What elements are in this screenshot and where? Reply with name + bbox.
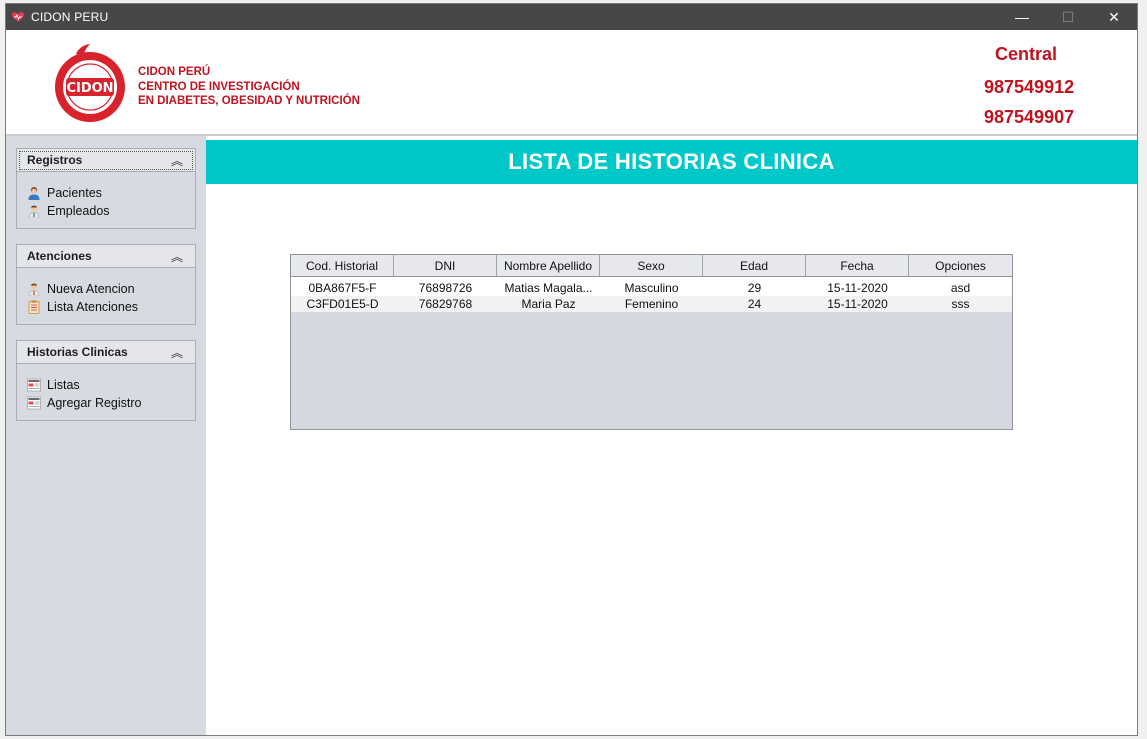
cidon-logo: CIDON [55, 44, 125, 122]
table-cell[interactable]: sss [909, 296, 1012, 312]
column-header[interactable]: Edad [703, 255, 806, 276]
column-header[interactable]: Nombre Apellido [497, 255, 600, 276]
table-cell[interactable]: C3FD01E5-D [291, 296, 394, 312]
svg-text:CIDON: CIDON [66, 81, 113, 96]
sidebar-item-lista-atenciones[interactable]: Lista Atenciones [17, 298, 195, 316]
app-window: CIDON PERU — ☐ ✕ CIDON CIDON PERÚ CENTRO… [6, 4, 1137, 735]
title-bar[interactable]: CIDON PERU — ☐ ✕ [6, 4, 1137, 30]
table-cell[interactable]: Matias Magala... [497, 280, 600, 296]
table-cell[interactable]: 76898726 [394, 280, 497, 296]
collapse-chevron-icon[interactable]: ︽ [171, 344, 183, 361]
table-cell[interactable]: 15-11-2020 [806, 280, 909, 296]
panel-title: Registros [27, 153, 83, 167]
org-name-line: CENTRO DE INVESTIGACIÓN [138, 80, 300, 93]
org-name-line: EN DIABETES, OBESIDAD Y NUTRICIÓN [138, 95, 360, 107]
sidebar-item-label: Nueva Atencion [47, 282, 135, 296]
minimize-button[interactable]: — [999, 4, 1045, 30]
panel-header-registros[interactable]: Registros ︽ [17, 149, 195, 172]
sidebar: Registros ︽ Pacientes Empleados Atencion… [6, 136, 206, 735]
app-header: CIDON CIDON PERÚ CENTRO DE INVESTIGACIÓN… [6, 30, 1137, 136]
employee-icon [28, 205, 40, 218]
person-icon [28, 283, 40, 296]
close-button[interactable]: ✕ [1091, 4, 1137, 30]
column-header[interactable]: Opciones [909, 255, 1012, 276]
table-cell[interactable]: 15-11-2020 [806, 296, 909, 312]
column-header[interactable]: DNI [394, 255, 497, 276]
sidebar-item-pacientes[interactable]: Pacientes [17, 184, 195, 202]
main-content: LISTA DE HISTORIAS CLINICA Cod. Historia… [206, 136, 1137, 735]
panel-title: Historias Clinicas [27, 345, 128, 359]
table-cell[interactable]: 0BA867F5-F [291, 280, 394, 296]
sidebar-item-label: Lista Atenciones [47, 300, 139, 314]
column-header[interactable]: Cod. Historial [291, 255, 394, 276]
central-label: Central [995, 44, 1058, 64]
news-icon [27, 396, 41, 410]
sidebar-item-nueva-atencion[interactable]: Nueva Atencion [17, 280, 195, 298]
maximize-button[interactable]: ☐ [1045, 4, 1091, 30]
table-cell[interactable]: Masculino [600, 280, 703, 296]
news-icon [27, 378, 41, 392]
sidebar-item-label: Empleados [47, 204, 110, 218]
collapse-chevron-icon[interactable]: ︽ [171, 152, 183, 169]
table-cell[interactable]: 24 [703, 296, 806, 312]
table-cell[interactable]: 76829768 [394, 296, 497, 312]
table-cell[interactable]: Femenino [600, 296, 703, 312]
heart-icon [11, 12, 25, 22]
panel-historias-clinicas: Historias Clinicas ︽ Listas Agregar Regi… [16, 340, 196, 421]
column-header[interactable]: Fecha [806, 255, 909, 276]
historias-table[interactable]: Cod. Historial DNI Nombre Apellido Sexo … [290, 254, 1013, 430]
patient-icon [28, 187, 40, 200]
sidebar-item-label: Listas [47, 378, 80, 392]
panel-header-atenciones[interactable]: Atenciones ︽ [17, 245, 195, 268]
table-cell[interactable]: Maria Paz [497, 296, 600, 312]
phone-number-2: 987549907 [984, 107, 1075, 127]
collapse-chevron-icon[interactable]: ︽ [171, 248, 183, 265]
clipboard-icon [28, 300, 40, 314]
sidebar-item-label: Agregar Registro [47, 396, 142, 410]
phone-number-1: 987549912 [984, 77, 1075, 97]
table-row[interactable]: 0BA867F5-F 76898726 Matias Magala... Mas… [291, 280, 1012, 296]
organization-name: CIDON PERÚ CENTRO DE INVESTIGACIÓN EN DI… [138, 65, 360, 109]
column-header[interactable]: Sexo [600, 255, 703, 276]
panel-header-historias-clinicas[interactable]: Historias Clinicas ︽ [17, 341, 195, 364]
table-cell[interactable]: asd [909, 280, 1012, 296]
sidebar-item-agregar-registro[interactable]: Agregar Registro [17, 394, 195, 412]
sidebar-item-empleados[interactable]: Empleados [17, 202, 195, 220]
table-row[interactable]: C3FD01E5-D 76829768 Maria Paz Femenino 2… [291, 296, 1012, 312]
page-title: LISTA DE HISTORIAS CLINICA [206, 140, 1137, 184]
panel-title: Atenciones [27, 249, 92, 263]
window-title: CIDON PERU [31, 10, 109, 24]
sidebar-item-label: Pacientes [47, 186, 102, 200]
panel-registros: Registros ︽ Pacientes Empleados [16, 148, 196, 229]
org-name-line: CIDON PERÚ [138, 66, 211, 78]
table-header: Cod. Historial DNI Nombre Apellido Sexo … [291, 255, 1012, 277]
panel-atenciones: Atenciones ︽ Nueva Atencion Lista Atenci… [16, 244, 196, 325]
table-cell[interactable]: 29 [703, 280, 806, 296]
sidebar-item-listas[interactable]: Listas [17, 376, 195, 394]
